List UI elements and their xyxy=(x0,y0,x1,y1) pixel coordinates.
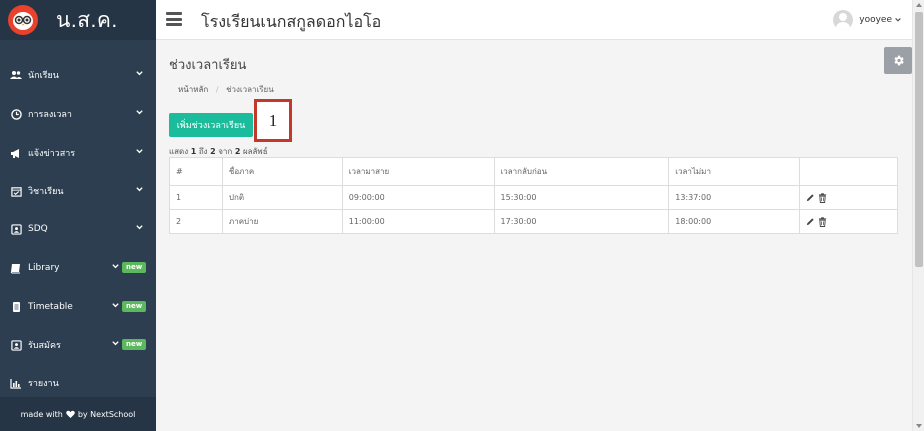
sidebar-item-label: การลงเวลา xyxy=(28,110,72,120)
id-card-icon xyxy=(10,339,22,351)
count-suffix: ผลลัพธ์ xyxy=(242,147,268,156)
count-from: 1 xyxy=(190,147,197,156)
table-row: 1 ปกติ 09:00:00 15:30:00 13:37:00 xyxy=(169,185,898,210)
book-icon xyxy=(10,262,22,274)
count-of-word: จาก xyxy=(218,147,233,156)
column-header-late-time: เวลามาสาย xyxy=(341,157,495,186)
sidebar-item-label: Library xyxy=(28,263,60,273)
sidebar-item-label: แจ้งข่าวสาร xyxy=(28,149,76,159)
column-header-absent-time: เวลาไม่มา xyxy=(668,157,801,186)
chevron-down-icon xyxy=(895,17,901,22)
new-badge: new xyxy=(122,339,147,350)
breadcrumb-home-link[interactable]: หน้าหลัก xyxy=(178,85,208,94)
column-header-actions xyxy=(799,157,898,186)
time-period-table: # ชื่อภาค เวลามาสาย เวลากลับก่อน เวลาไม่… xyxy=(169,157,898,234)
count-to-word: ถึง xyxy=(198,147,208,156)
school-name: โรงเรียนเนกสกูลดอกไอโอ xyxy=(201,12,382,31)
chevron-down-icon xyxy=(112,341,119,346)
chevron-down-icon xyxy=(136,225,143,230)
cell-actions xyxy=(799,209,898,234)
chevron-down-icon xyxy=(136,110,143,115)
cell-name: ปกติ xyxy=(221,185,343,210)
sidebar-item-reports[interactable]: รายงาน xyxy=(0,372,156,394)
page-title: ช่วงเวลาเรียน xyxy=(169,58,247,73)
gear-icon xyxy=(893,55,904,66)
cell-absent-time: 13:37:00 xyxy=(668,185,801,210)
cell-late-time: 11:00:00 xyxy=(341,209,495,234)
sidebar-item-label: รายงาน xyxy=(28,379,59,389)
cell-early-leave: 15:30:00 xyxy=(493,185,670,210)
column-header-name: ชื่อภาค xyxy=(221,157,343,186)
owl-logo-icon xyxy=(8,5,38,35)
new-badge: new xyxy=(122,262,147,273)
breadcrumb: หน้าหลัก / ช่วงเวลาเรียน xyxy=(178,83,274,96)
sidebar-item-students[interactable]: นักเรียน xyxy=(0,64,156,86)
sidebar-item-label: วิชาเรียน xyxy=(28,187,64,197)
chevron-down-icon xyxy=(136,71,143,76)
count-to: 2 xyxy=(210,147,216,156)
timetable-icon xyxy=(10,301,22,313)
sidebar-item-label: Timetable xyxy=(28,302,73,312)
avatar xyxy=(833,10,854,30)
user-menu[interactable]: yooyee xyxy=(833,10,902,30)
chevron-down-icon xyxy=(112,264,119,269)
sidebar-item-timetable[interactable]: Timetable new xyxy=(0,296,156,318)
scroll-down-arrow-icon[interactable] xyxy=(916,424,922,428)
cell-late-time: 09:00:00 xyxy=(341,185,495,210)
page-scrollbar[interactable] xyxy=(912,0,924,431)
calendar-check-icon xyxy=(10,185,22,197)
annotation-marker: 1 xyxy=(254,99,292,142)
sidebar-footer: made with by NextSchool xyxy=(0,397,156,431)
menu-toggle-icon[interactable] xyxy=(166,12,182,26)
sidebar-item-attendance[interactable]: การลงเวลา xyxy=(0,103,156,125)
brand[interactable]: น.ส.ค. xyxy=(0,0,156,40)
bar-chart-icon xyxy=(10,377,22,389)
sidebar-item-label: รับสมัคร xyxy=(28,341,61,351)
column-header-early-leave: เวลากลับก่อน xyxy=(493,157,670,186)
cell-absent-time: 18:00:00 xyxy=(668,209,801,234)
sidebar-item-sdq[interactable]: SDQ xyxy=(0,218,156,240)
breadcrumb-current: ช่วงเวลาเรียน xyxy=(226,85,274,94)
sidebar: น.ส.ค. นักเรียน การลงเวลา แจ้งข่าวสาร วิ… xyxy=(0,0,156,431)
sidebar-item-announcements[interactable]: แจ้งข่าวสาร xyxy=(0,142,156,164)
cell-index: 1 xyxy=(169,185,223,210)
scroll-thumb[interactable] xyxy=(915,12,923,267)
add-time-period-button[interactable]: เพิ่มช่วงเวลาเรียน xyxy=(169,113,253,137)
new-badge: new xyxy=(122,301,147,312)
contact-card-icon xyxy=(10,223,22,235)
chevron-down-icon xyxy=(136,187,143,192)
column-header-index: # xyxy=(169,157,223,186)
heart-icon xyxy=(66,410,75,418)
count-total: 2 xyxy=(234,147,241,156)
username: yooyee xyxy=(859,15,892,25)
table-header-row: # ชื่อภาค เวลามาสาย เวลากลับก่อน เวลาไม่… xyxy=(169,157,898,186)
footer-text-before: made with xyxy=(20,409,63,419)
sidebar-item-subjects[interactable]: วิชาเรียน xyxy=(0,180,156,202)
sidebar-item-label: นักเรียน xyxy=(28,71,59,81)
count-prefix: แสดง xyxy=(169,147,189,156)
breadcrumb-separator: / xyxy=(215,85,219,94)
topbar: โรงเรียนเนกสกูลดอกไอโอ yooyee xyxy=(156,0,912,40)
cell-actions xyxy=(799,185,898,210)
trash-icon[interactable] xyxy=(818,216,827,227)
chevron-down-icon xyxy=(136,149,143,154)
table-row: 2 ภาคบ่าย 11:00:00 17:30:00 18:00:00 xyxy=(169,209,898,234)
footer-text-after: by NextSchool xyxy=(77,409,136,419)
trash-icon[interactable] xyxy=(818,192,827,203)
chevron-down-icon xyxy=(112,303,119,308)
edit-pencil-icon[interactable] xyxy=(806,217,815,226)
cell-index: 2 xyxy=(169,209,223,234)
sidebar-item-library[interactable]: Library new xyxy=(0,257,156,279)
megaphone-icon xyxy=(10,147,22,159)
settings-button[interactable] xyxy=(884,47,912,74)
edit-pencil-icon[interactable] xyxy=(806,193,815,202)
cell-early-leave: 17:30:00 xyxy=(493,209,670,234)
cell-name: ภาคบ่าย xyxy=(221,209,343,234)
users-icon xyxy=(10,69,22,81)
brand-name: น.ส.ค. xyxy=(56,8,118,32)
clock-icon xyxy=(10,108,22,120)
sidebar-item-admissions[interactable]: รับสมัคร new xyxy=(0,334,156,356)
scroll-up-arrow-icon[interactable] xyxy=(916,3,922,7)
sidebar-item-label: SDQ xyxy=(28,224,48,234)
